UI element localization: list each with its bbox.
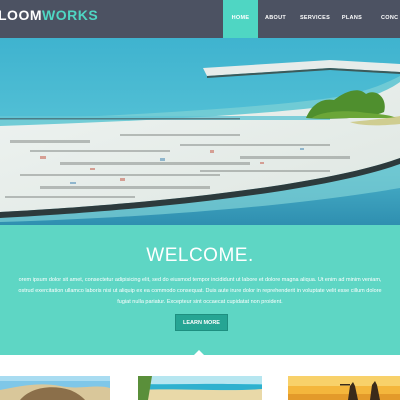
welcome-body-text: orem ipsum dolor sit amet, consectetur a…: [18, 277, 382, 305]
welcome-title: WELCOME.: [146, 245, 254, 266]
nav-item-contact[interactable]: CONC: [367, 0, 400, 38]
thumbnail-image-2[interactable]: [138, 376, 262, 400]
thumbnail-image-3[interactable]: [288, 376, 400, 400]
nav-item-home[interactable]: HOME: [223, 0, 258, 38]
site-logo[interactable]: LOOMWORKS: [0, 7, 98, 23]
site-header: LOOMWORKS HOME ABOUT SERVICES PLANS CONC: [0, 0, 400, 38]
learn-more-button[interactable]: LEARN MORE: [175, 314, 228, 331]
section-pointer: [193, 350, 205, 356]
main-nav: HOME ABOUT SERVICES PLANS CONC: [223, 0, 400, 38]
logo-text-primary: LOOM: [0, 7, 42, 23]
hero-beach-image: [0, 38, 400, 225]
nav-item-about[interactable]: ABOUT: [258, 0, 293, 38]
welcome-section: WELCOME. orem ipsum dolor sit amet, cons…: [0, 225, 400, 355]
logo-text-accent: WORKS: [42, 7, 99, 23]
nav-item-plans[interactable]: PLANS: [337, 0, 367, 38]
thumbnail-image-1[interactable]: [0, 376, 110, 400]
nav-item-services[interactable]: SERVICES: [293, 0, 337, 38]
